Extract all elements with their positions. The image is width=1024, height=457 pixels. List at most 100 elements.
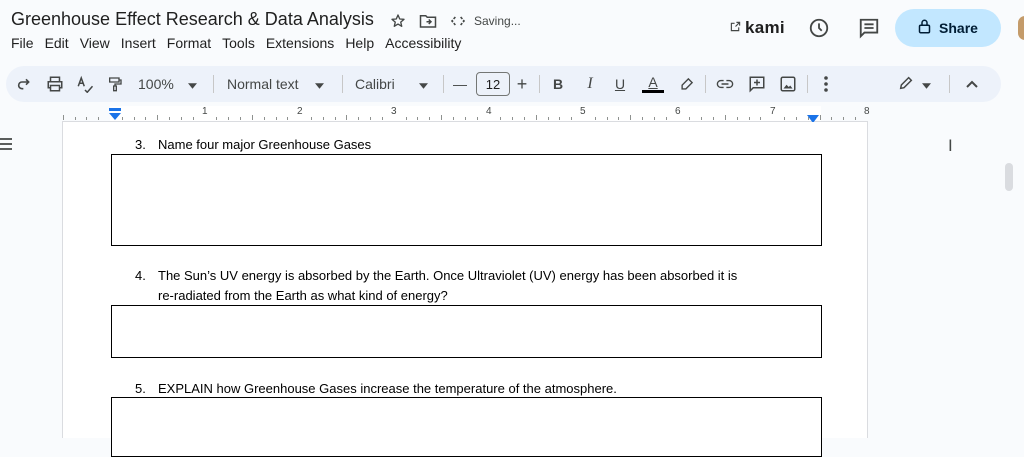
ruler-tick	[335, 117, 336, 120]
bold-button[interactable]: B	[549, 66, 567, 102]
kami-button[interactable]: kami	[730, 18, 785, 38]
menu-icon[interactable]	[0, 137, 12, 153]
menu-help[interactable]: Help	[345, 35, 374, 51]
ruler-tick	[524, 117, 525, 120]
ruler-tick	[536, 115, 537, 120]
menu-bar: File Edit View Insert Format Tools Exten…	[11, 35, 472, 51]
pencil-icon	[898, 75, 914, 94]
chevron-up-icon[interactable]	[962, 66, 982, 102]
font-select[interactable]: Calibri	[355, 66, 437, 102]
ruler-tick	[571, 117, 572, 120]
ruler-tick	[607, 117, 608, 120]
ruler-number: 3	[391, 106, 397, 117]
ruler-tick	[358, 117, 359, 120]
menu-insert[interactable]: Insert	[121, 35, 156, 51]
text-color-swatch	[642, 90, 664, 93]
ruler-tick	[500, 117, 501, 120]
ruler-tick	[737, 117, 738, 120]
document-title[interactable]: Greenhouse Effect Research & Data Analys…	[11, 9, 374, 30]
ruler-tick	[252, 115, 253, 120]
ruler-tick	[406, 117, 407, 120]
ruler-number: 8	[864, 106, 870, 117]
comments-icon[interactable]	[857, 16, 881, 40]
ruler-tick	[346, 115, 347, 120]
answer-box-5[interactable]	[111, 397, 822, 457]
ruler-tick	[323, 117, 324, 120]
text-cursor-icon: I	[948, 136, 953, 155]
ruler-tick	[465, 117, 466, 120]
menu-format[interactable]: Format	[167, 35, 211, 51]
question-text: Name four major Greenhouse Gases	[158, 137, 372, 152]
style-select[interactable]: Normal text	[227, 66, 335, 102]
ruler-tick	[122, 117, 123, 120]
menu-file[interactable]: File	[11, 35, 34, 51]
ruler-tick	[181, 117, 182, 120]
question-number: 4.	[135, 268, 146, 283]
zoom-select[interactable]: 100%	[138, 66, 204, 102]
link-icon[interactable]	[714, 66, 736, 102]
ruler-number: 2	[297, 106, 303, 117]
avatar[interactable]	[1018, 16, 1024, 40]
ruler-tick	[843, 117, 844, 120]
ruler-tick	[429, 117, 430, 120]
ruler-tick	[86, 117, 87, 120]
menu-edit[interactable]: Edit	[45, 35, 69, 51]
paint-format-icon[interactable]	[104, 66, 126, 102]
ruler-tick	[831, 117, 832, 120]
ruler-tick	[157, 115, 158, 120]
menu-extensions[interactable]: Extensions	[266, 35, 334, 51]
ruler-tick	[784, 117, 785, 120]
italic-button[interactable]: I	[581, 66, 599, 102]
answer-box-4[interactable]	[111, 305, 822, 358]
zoom-value: 100%	[138, 76, 174, 92]
ruler-tick	[169, 117, 170, 120]
ruler-tick	[666, 117, 667, 120]
ruler-number: 5	[580, 106, 586, 117]
ruler-tick	[264, 117, 265, 120]
question-3: 3. Name four major Greenhouse Gases	[135, 137, 875, 155]
external-link-icon	[730, 19, 741, 37]
title-icons: Saving...	[388, 11, 521, 31]
spellcheck-icon[interactable]	[74, 66, 96, 102]
ruler-tick	[654, 117, 655, 120]
ruler-tick	[98, 117, 99, 120]
insert-image-icon[interactable]	[777, 66, 799, 102]
ruler-tick	[630, 115, 631, 120]
ruler-tick	[618, 117, 619, 120]
question-text: EXPLAIN how Greenhouse Gases increase th…	[158, 381, 617, 396]
kami-label: kami	[745, 18, 785, 37]
more-vert-icon[interactable]	[817, 66, 835, 102]
share-button[interactable]: Share	[895, 9, 1001, 47]
print-icon[interactable]	[44, 66, 66, 102]
increase-font-size-button[interactable]: +	[514, 66, 530, 102]
lock-icon	[918, 19, 931, 37]
toolbar-divider	[705, 75, 706, 93]
ruler-tick	[477, 117, 478, 120]
ruler-tick	[216, 117, 217, 120]
toolbar-divider	[949, 75, 950, 93]
ruler-tick	[134, 117, 135, 120]
editing-mode-select[interactable]	[894, 66, 934, 102]
text-color-button[interactable]: A	[642, 66, 664, 102]
question-number: 5.	[135, 381, 146, 396]
ruler-tick	[193, 117, 194, 120]
menu-tools[interactable]: Tools	[222, 35, 255, 51]
add-comment-icon[interactable]	[746, 66, 768, 102]
decrease-font-size-button[interactable]: —	[452, 66, 468, 102]
menu-accessibility[interactable]: Accessibility	[385, 35, 461, 51]
move-to-folder-icon[interactable]	[418, 11, 438, 31]
font-value: Calibri	[355, 76, 395, 92]
menu-view[interactable]: View	[80, 35, 110, 51]
style-value: Normal text	[227, 76, 299, 92]
document-page[interactable]: 3. Name four major Greenhouse Gases 4. T…	[62, 122, 868, 457]
question-text-line1: The Sun’s UV energy is absorbed by the E…	[158, 268, 738, 283]
answer-box-3[interactable]	[111, 154, 822, 246]
star-icon[interactable]	[388, 11, 408, 31]
scrollbar[interactable]	[1005, 163, 1013, 191]
underline-button[interactable]: U	[611, 66, 629, 102]
redo-icon[interactable]	[14, 66, 34, 102]
font-size-input[interactable]: 12	[476, 72, 510, 96]
ruler-tick	[855, 117, 856, 120]
history-icon[interactable]	[807, 16, 831, 40]
highlighter-icon[interactable]	[676, 66, 696, 102]
